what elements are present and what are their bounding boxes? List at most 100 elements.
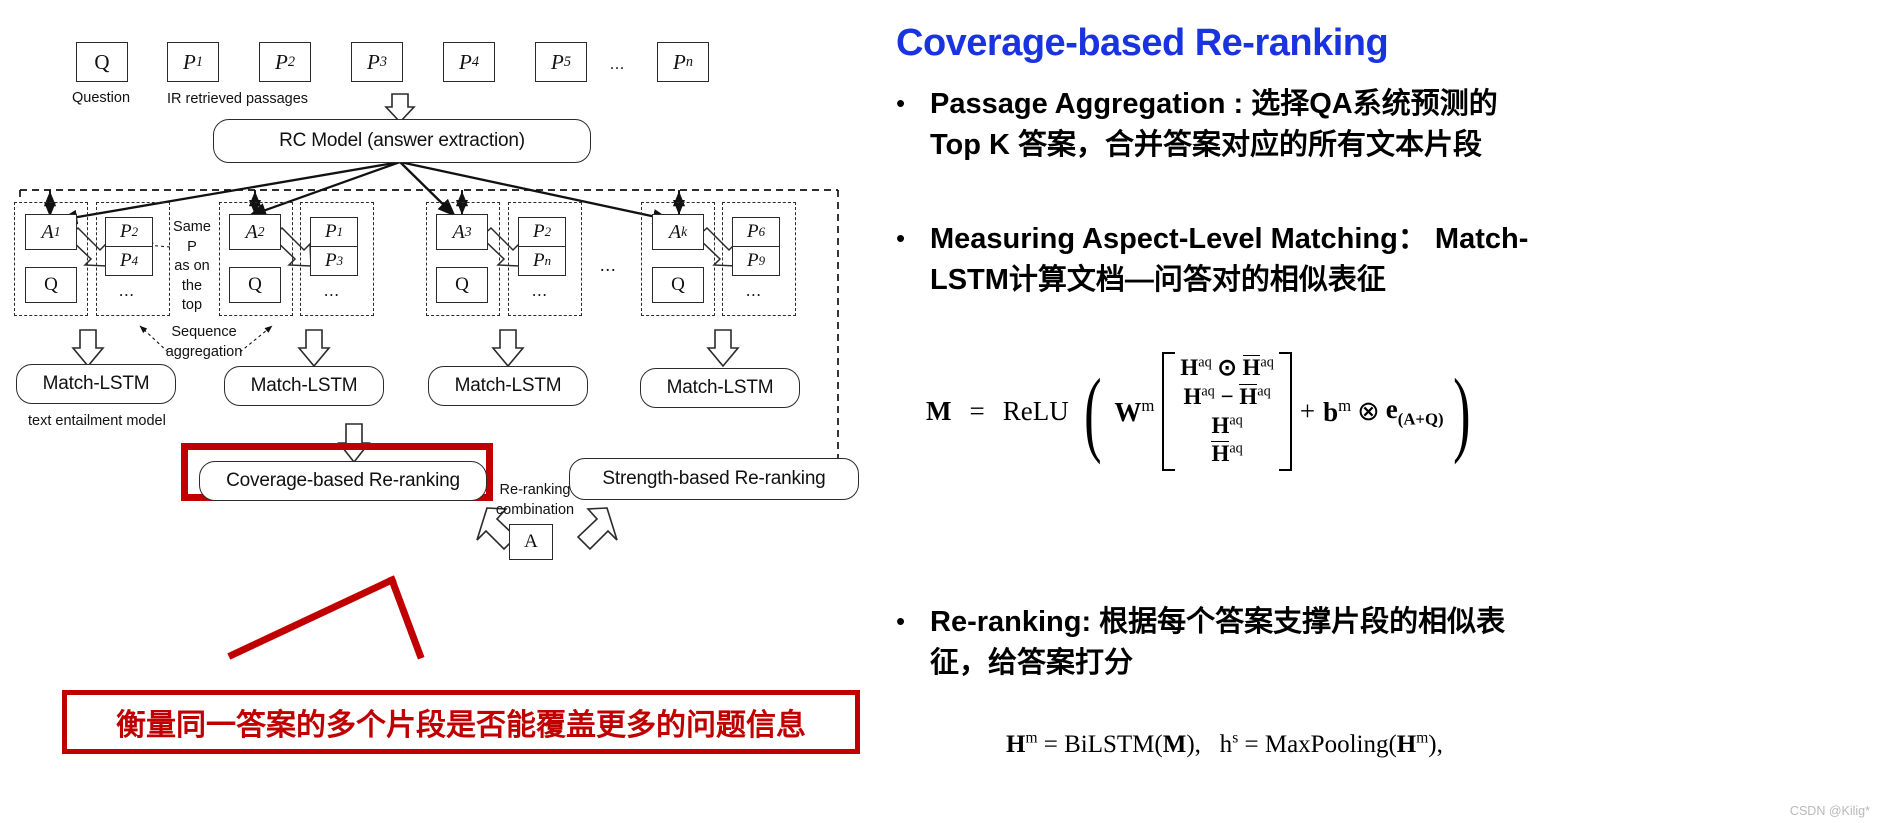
formula-matching: M = ReLU ( Wm Haq ⊙ Haq Haq − Haq Haq Ha…	[926, 352, 1479, 471]
passage-sub: 5	[563, 53, 571, 70]
matrix-row-3: Haq	[1211, 411, 1243, 438]
text-entailment-label: text entailment model	[28, 413, 166, 429]
bullet-text-1: Passage Aggregation : 选择QA系统预测的 Top K 答案…	[930, 88, 1498, 162]
rerank-comb-line1: Re-ranking	[499, 482, 571, 498]
bullet-text-3: Re-ranking: 根据每个答案支撑片段的相似表征，给答案打分	[930, 606, 1506, 680]
bullet-marker-icon: •	[896, 223, 906, 253]
passage-sub: 3	[379, 53, 387, 70]
bracket-left	[1162, 352, 1176, 471]
passage-stack-4-top: P6	[732, 217, 780, 247]
passage-sub: 4	[471, 53, 479, 70]
answer-sub: 2	[257, 224, 265, 239]
answer-sub: k	[681, 224, 688, 239]
matrix-row-2: Haq − Haq	[1183, 383, 1271, 409]
bracket-right	[1278, 352, 1292, 471]
formula-bilstm: Hm = BiLSTM(M), hs = MaxPooling(Hm),	[1006, 730, 1443, 759]
formula-e: e(A+Q)	[1385, 393, 1444, 429]
passage-sub: 2	[131, 224, 139, 239]
match-lstm-box-3: Match-LSTM	[428, 366, 588, 406]
callout-text: 衡量同一答案的多个片段是否能覆盖更多的问题信息	[116, 709, 806, 742]
passage-box-n: Pn	[657, 42, 709, 82]
match-lstm-box-1: Match-LSTM	[16, 364, 176, 404]
same-p-line4: the	[181, 277, 203, 294]
passage-stack-3-dots: ...	[532, 281, 548, 300]
passage-stack-4-dots: ...	[746, 281, 762, 300]
passage-box-4: P4	[443, 42, 495, 82]
formula-m-lhs: M	[926, 396, 952, 426]
same-p-line2: P	[187, 238, 197, 255]
passage-sub: 4	[131, 253, 139, 268]
architecture-diagram: Q Question P1 P2 P3 P4 P5 ... Pn IR retr…	[0, 0, 886, 823]
passage-stack-3-top: P2	[518, 217, 566, 247]
passage-stack-1-top: P2	[105, 217, 153, 247]
passage-stack-1-dots: ...	[119, 281, 135, 300]
bullet-item-3: • Re-ranking: 根据每个答案支撑片段的相似表征，给答案打分	[896, 602, 1596, 684]
passage-stack-2-top: P1	[310, 217, 358, 247]
formula-matrix: Haq ⊙ Haq Haq − Haq Haq Haq	[1162, 352, 1292, 471]
passage-stack-4-bottom: P9	[732, 246, 780, 276]
passage-stack-2-bottom: P3	[310, 246, 358, 276]
formula-bilstm-text: Hm = BiLSTM(M), hs = MaxPooling(Hm),	[1006, 730, 1443, 759]
formula-close-paren: )	[1452, 358, 1471, 465]
formula-m-w-sup: m	[1141, 395, 1155, 415]
q-box-4: Q	[652, 267, 704, 303]
question-label: Question	[72, 90, 131, 106]
formula-b-sup: m	[1338, 395, 1352, 415]
answer-sub: 3	[464, 224, 472, 239]
bullet-item-1: • Passage Aggregation : 选择QA系统预测的 Top K …	[896, 84, 1596, 166]
content-panel: Coverage-based Re-ranking • Passage Aggr…	[886, 0, 1878, 823]
reranking-combination-label: Re-ranking combination	[492, 481, 578, 520]
passage-sub: n	[544, 253, 552, 268]
page-title: Coverage-based Re-ranking	[896, 22, 1389, 64]
answer-box-a1: A1	[25, 214, 77, 250]
same-p-line1: Same	[173, 219, 211, 235]
passage-sub: 2	[544, 224, 552, 239]
formula-otimes: ⊗	[1357, 396, 1380, 426]
question-box: Q	[76, 42, 128, 82]
q-box-2: Q	[229, 267, 281, 303]
seq-agg-line1: Sequence	[171, 324, 237, 340]
formula-e-sub: (A+Q)	[1397, 409, 1444, 429]
watermark: CSDN @Kilig*	[1789, 804, 1870, 818]
answer-box-a2: A2	[229, 214, 281, 250]
passage-stack-1-bottom: P4	[105, 246, 153, 276]
bullet-text-2: Measuring Aspect-Level Matching： Match-L…	[930, 223, 1529, 297]
formula-m-w: Wm	[1114, 395, 1155, 427]
matrix-row-4: Haq	[1211, 440, 1243, 467]
strength-reranking-box[interactable]: Strength-based Re-ranking	[569, 458, 859, 500]
coverage-reranking-box[interactable]: Coverage-based Re-ranking	[199, 461, 487, 501]
passage-box-5: P5	[535, 42, 587, 82]
q-box-1: Q	[25, 267, 77, 303]
ir-passages-label: IR retrieved passages	[167, 91, 309, 107]
rerank-comb-line2: combination	[495, 501, 575, 518]
formula-open-paren: (	[1083, 358, 1102, 465]
same-p-line5: top	[181, 297, 203, 314]
red-callout-box: 衡量同一答案的多个片段是否能覆盖更多的问题信息	[62, 690, 860, 754]
answer-box-ak: Ak	[652, 214, 704, 250]
passage-box-2: P2	[259, 42, 311, 82]
bullet-item-2: • Measuring Aspect-Level Matching： Match…	[896, 219, 1596, 301]
passage-stack-3-bottom: Pn	[518, 246, 566, 276]
match-lstm-box-2: Match-LSTM	[224, 366, 384, 406]
match-lstm-box-4: Match-LSTM	[640, 368, 800, 408]
formula-plus: +	[1299, 396, 1316, 426]
final-answer-box: A	[509, 524, 553, 560]
answer-box-a3: A3	[436, 214, 488, 250]
matrix-row-1: Haq ⊙ Haq	[1180, 354, 1274, 380]
slide-root: Q Question P1 P2 P3 P4 P5 ... Pn IR retr…	[0, 0, 1878, 823]
formula-m-relu: ReLU	[1002, 396, 1069, 426]
answer-sub: 1	[53, 224, 61, 239]
passage-sub: 1	[195, 53, 203, 70]
rc-model-box: RC Model (answer extraction)	[213, 119, 591, 163]
same-p-line3: as on	[174, 258, 210, 275]
passage-sub: n	[685, 53, 693, 70]
bullet-marker-icon: •	[896, 606, 906, 636]
bullet-marker-icon: •	[896, 88, 906, 118]
formula-b: bm	[1323, 395, 1352, 427]
top-row-ellipsis: ...	[610, 56, 625, 73]
passage-stack-2-dots: ...	[324, 281, 340, 300]
seq-agg-line2: aggregation	[165, 344, 243, 361]
passage-sub: 9	[758, 253, 766, 268]
group-gap-ellipsis: ...	[600, 255, 617, 275]
passage-box-1: P1	[167, 42, 219, 82]
